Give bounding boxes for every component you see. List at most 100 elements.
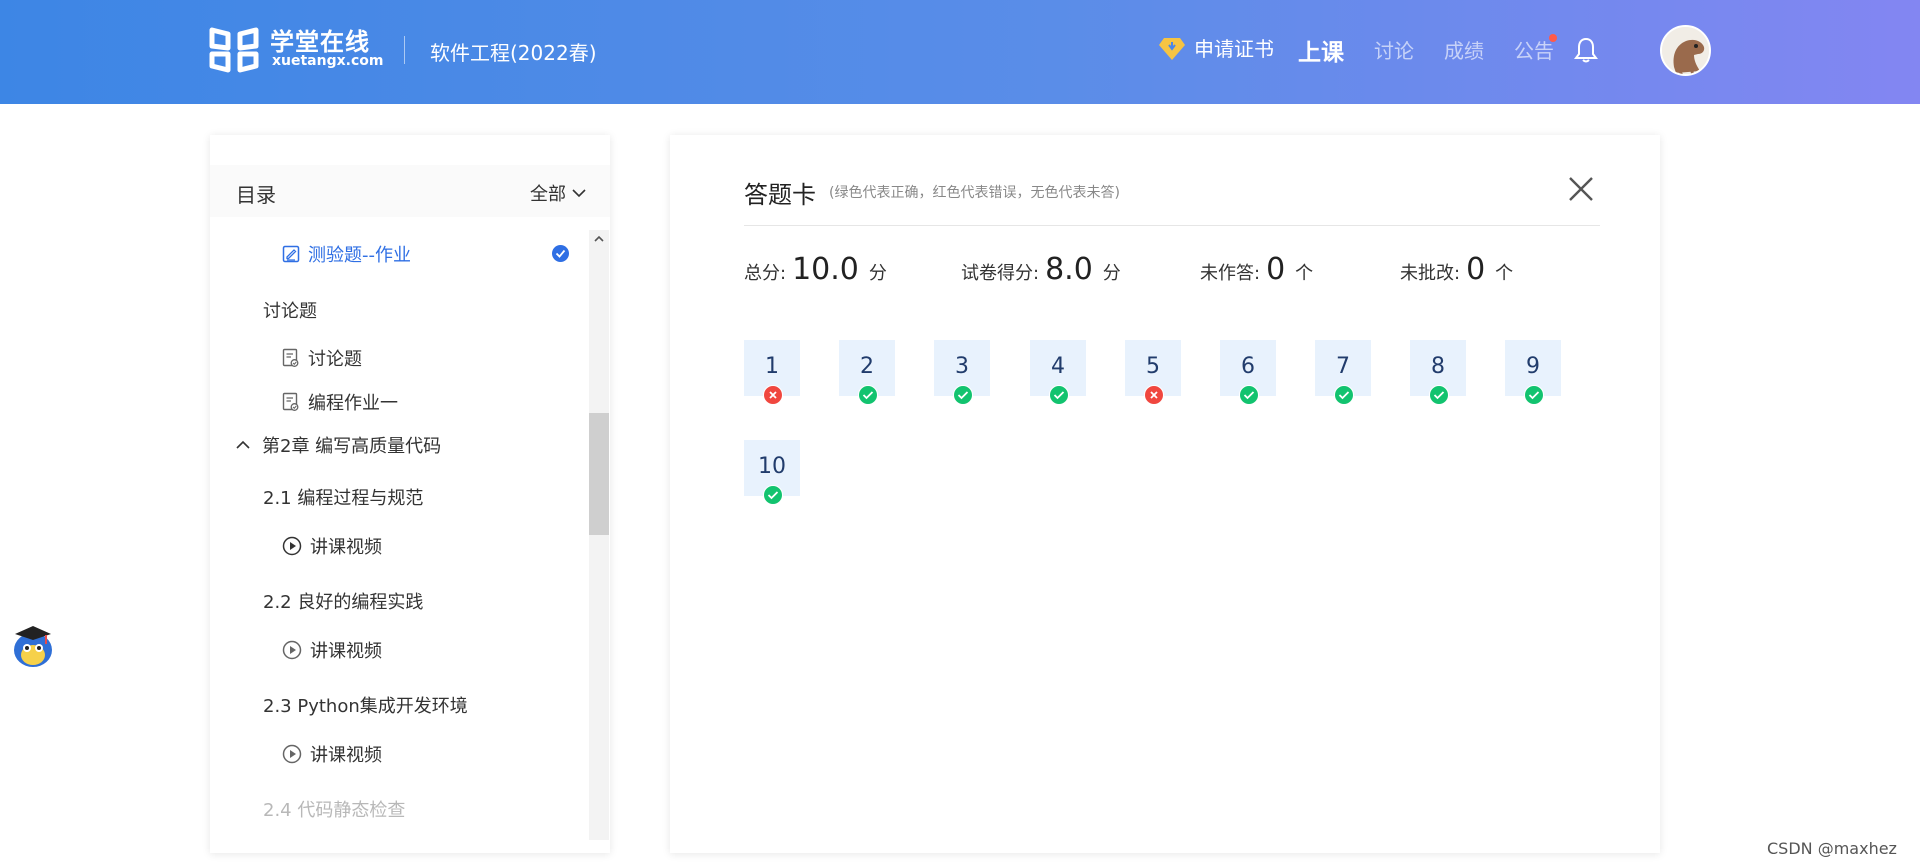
- correct-check-icon: [1049, 385, 1069, 405]
- course-outline-panel: 目录 全部 测验题--作业 讨论题 讨论题 编程作业一 第2章 编写高质量代码 …: [210, 135, 610, 853]
- bell-icon[interactable]: [1574, 36, 1598, 64]
- discussion-doc-icon: [282, 348, 299, 367]
- chevron-up-icon: [236, 440, 250, 449]
- wrong-cross-icon: [763, 385, 783, 405]
- correct-check-icon: [763, 485, 783, 505]
- outline-item-video[interactable]: 讲课视频: [282, 533, 382, 559]
- outline-item-label: 讲课视频: [310, 745, 382, 766]
- outline-item-label: 2.4 代码静态检查: [263, 800, 406, 821]
- question-box[interactable]: 7: [1315, 340, 1371, 405]
- play-icon: [282, 640, 302, 660]
- question-box[interactable]: 6: [1220, 340, 1276, 405]
- wrong-cross-icon: [1144, 385, 1164, 405]
- correct-check-icon: [1429, 385, 1449, 405]
- question-box[interactable]: 2: [839, 340, 895, 405]
- outline-item-label: 第2章 编写高质量代码: [262, 436, 442, 457]
- outline-item-discussion[interactable]: 讨论题: [282, 345, 362, 371]
- question-number: 9: [1526, 354, 1540, 379]
- outline-scrollbar-thumb[interactable]: [589, 413, 609, 535]
- outline-item-label: 讨论题: [308, 349, 362, 370]
- user-avatar[interactable]: [1660, 25, 1711, 76]
- scroll-up-arrow-icon[interactable]: [594, 235, 604, 243]
- question-box[interactable]: 9: [1505, 340, 1561, 405]
- question-number: 1: [765, 354, 779, 379]
- question-number: 10: [758, 454, 786, 479]
- stat-total-score: 总分: 10.0 分: [744, 252, 887, 287]
- question-box[interactable]: 5: [1125, 340, 1181, 405]
- outline-item-video[interactable]: 讲课视频: [282, 637, 382, 663]
- outline-scrollbar[interactable]: [589, 230, 609, 840]
- outline-section-2-4[interactable]: 2.4 代码静态检查: [263, 796, 405, 822]
- outline-title: 目录: [236, 183, 276, 207]
- stat-unit: 个: [1295, 263, 1314, 284]
- question-box[interactable]: 4: [1030, 340, 1086, 405]
- announcement-unread-dot: [1549, 34, 1557, 42]
- close-icon[interactable]: [1565, 173, 1597, 205]
- correct-check-icon: [858, 385, 878, 405]
- outline-section-2-2[interactable]: 2.2 良好的编程实践: [263, 588, 423, 614]
- outline-section-2-1[interactable]: 2.1 编程过程与规范: [263, 484, 423, 510]
- outline-item-label: 测验题--作业: [308, 245, 411, 266]
- answer-card-title: 答题卡: [744, 181, 816, 209]
- outline-filter-dropdown[interactable]: 全部: [530, 180, 586, 206]
- nav-tab-announcements[interactable]: 公告: [1514, 35, 1554, 64]
- title-divider: [744, 225, 1600, 226]
- dinosaur-avatar-icon: [1662, 27, 1709, 74]
- question-number: 5: [1146, 354, 1160, 379]
- stat-value: 8.0: [1045, 252, 1093, 287]
- chevron-down-icon: [572, 189, 586, 198]
- question-box[interactable]: 1: [744, 340, 800, 405]
- stat-paper-score: 试卷得分: 8.0 分: [961, 252, 1121, 287]
- outline-section-2-3[interactable]: 2.3 Python集成开发环境: [263, 692, 468, 718]
- outline-filter-label: 全部: [530, 184, 566, 205]
- outline-header: 目录 全部: [210, 165, 610, 217]
- correct-check-icon: [1524, 385, 1544, 405]
- brand-domain[interactable]: xuetangx.com: [272, 53, 383, 69]
- completed-check-icon: [552, 245, 569, 262]
- outline-item-quiz[interactable]: 测验题--作业: [282, 241, 411, 267]
- nav-tab-grades[interactable]: 成绩: [1444, 35, 1484, 64]
- question-number: 6: [1241, 354, 1255, 379]
- quiz-icon: [282, 245, 300, 263]
- apply-certificate-link[interactable]: 申请证书: [1158, 33, 1274, 62]
- csdn-watermark: CSDN @maxhez: [1767, 839, 1897, 858]
- answer-card-panel: 答题卡 (绿色代表正确，红色代表错误，无色代表未答) 总分: 10.0 分 试卷…: [670, 135, 1660, 853]
- stat-unit: 个: [1495, 263, 1514, 284]
- correct-check-icon: [1334, 385, 1354, 405]
- answer-card-legend: (绿色代表正确，红色代表错误，无色代表未答): [829, 185, 1120, 201]
- outline-section-discussion[interactable]: 讨论题: [263, 297, 317, 323]
- stat-value: 0: [1266, 252, 1286, 287]
- diamond-certificate-icon: [1159, 37, 1185, 60]
- header-divider: [404, 36, 405, 64]
- outline-item-label: 2.2 良好的编程实践: [263, 592, 424, 613]
- stat-unanswered: 未作答: 0 个: [1200, 252, 1313, 287]
- stat-ungraded: 未批改: 0 个: [1400, 252, 1513, 287]
- outline-item-label: 讲课视频: [310, 537, 382, 558]
- question-box[interactable]: 10: [744, 440, 800, 505]
- question-box[interactable]: 8: [1410, 340, 1466, 405]
- play-icon: [282, 744, 302, 764]
- stat-value: 0: [1466, 252, 1486, 287]
- nav-tab-discussion[interactable]: 讨论: [1374, 35, 1414, 64]
- outline-item-label: 2.1 编程过程与规范: [263, 488, 424, 509]
- stat-value: 10.0: [792, 252, 859, 287]
- apply-certificate-label: 申请证书: [1194, 37, 1274, 61]
- xuetangx-logo-icon[interactable]: [208, 24, 260, 76]
- outline-item-label: 讨论题: [263, 301, 317, 322]
- outline-chapter-2[interactable]: 第2章 编写高质量代码: [236, 432, 441, 458]
- brand-name[interactable]: 学堂在线: [270, 22, 370, 57]
- outline-item-video[interactable]: 讲课视频: [282, 741, 382, 767]
- discussion-doc-icon: [282, 392, 299, 411]
- outline-item-programming-assignment[interactable]: 编程作业一: [282, 389, 398, 415]
- top-header: 学堂在线 xuetangx.com 软件工程(2022春) 申请证书 上课 讨论…: [0, 0, 1920, 104]
- course-title[interactable]: 软件工程(2022春): [430, 37, 597, 66]
- question-box[interactable]: 3: [934, 340, 990, 405]
- outline-item-label: 编程作业一: [308, 393, 398, 414]
- question-number: 8: [1431, 354, 1445, 379]
- outline-item-label: 2.3 Python集成开发环境: [263, 696, 468, 717]
- stat-label: 试卷得分:: [961, 263, 1040, 284]
- question-number: 3: [955, 354, 969, 379]
- question-number: 4: [1051, 354, 1065, 379]
- nav-tab-class[interactable]: 上课: [1298, 33, 1344, 67]
- assistant-mascot-icon[interactable]: [10, 620, 56, 668]
